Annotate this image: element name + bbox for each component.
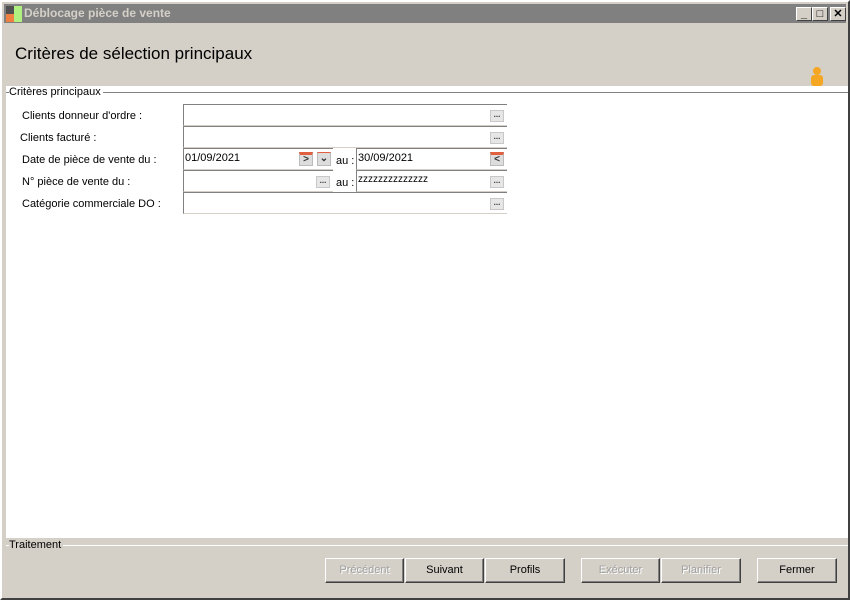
au-label: au : xyxy=(336,177,355,189)
clients-donneur-input[interactable]: ... xyxy=(183,104,507,126)
label-numero-du: N° pièce de vente du : xyxy=(22,176,131,188)
footer: Traitement Précédent Suivant Profils Exé… xyxy=(6,538,848,598)
criteria-panel: Critères principaux Clients donneur d'or… xyxy=(6,86,848,538)
group-label: Critères principaux xyxy=(9,86,103,98)
minimize-button[interactable]: _ xyxy=(796,7,812,21)
browse-button[interactable]: ... xyxy=(490,110,504,122)
suivant-button[interactable]: Suivant xyxy=(405,558,484,583)
date-to-input[interactable]: 30/09/2021 < xyxy=(356,148,507,170)
label-date-du: Date de pièce de vente du : xyxy=(22,154,157,166)
title-bar: Déblocage pièce de vente _ □ ✕ xyxy=(4,4,846,23)
maximize-button[interactable]: □ xyxy=(812,7,828,21)
planifier-button[interactable]: Planifier xyxy=(661,558,741,583)
precedent-button[interactable]: Précédent xyxy=(325,558,404,583)
date-from-input[interactable]: 01/09/2021 > ⌄ xyxy=(183,148,333,170)
executer-button[interactable]: Exécuter xyxy=(581,558,660,583)
au-label: au : xyxy=(336,155,355,167)
group-label: Traitement xyxy=(9,539,64,551)
app-icon xyxy=(6,6,22,22)
group-divider xyxy=(6,545,848,546)
window: Déblocage pièce de vente _ □ ✕ Critères … xyxy=(0,0,850,600)
page-title: Critères de sélection principaux xyxy=(15,44,253,63)
close-button[interactable]: ✕ xyxy=(830,7,846,21)
window-title: Déblocage pièce de vente xyxy=(24,6,171,20)
calendar-next-icon[interactable]: > xyxy=(299,152,313,166)
browse-button[interactable]: ... xyxy=(490,132,504,144)
header: Critères de sélection principaux xyxy=(4,23,846,88)
fermer-button[interactable]: Fermer xyxy=(757,558,837,583)
group-divider xyxy=(6,92,848,93)
numero-from-input[interactable]: ... xyxy=(183,170,333,192)
label-clients-donneur: Clients donneur d'ordre : xyxy=(22,110,143,122)
chevron-down-icon[interactable]: ⌄ xyxy=(317,152,331,166)
user-icon[interactable] xyxy=(810,66,824,88)
numero-to-input[interactable]: zzzzzzzzzzzzzz... xyxy=(356,170,507,192)
browse-button[interactable]: ... xyxy=(490,198,504,210)
calendar-prev-icon[interactable]: < xyxy=(490,152,504,166)
profils-button[interactable]: Profils xyxy=(485,558,565,583)
clients-facture-input[interactable]: ... xyxy=(183,126,507,148)
categorie-input[interactable]: ... xyxy=(183,192,507,214)
label-clients-facture: Clients facturé : xyxy=(20,132,97,144)
browse-button[interactable]: ... xyxy=(316,176,330,188)
browse-button[interactable]: ... xyxy=(490,176,504,188)
label-categorie: Catégorie commerciale DO : xyxy=(22,198,161,210)
